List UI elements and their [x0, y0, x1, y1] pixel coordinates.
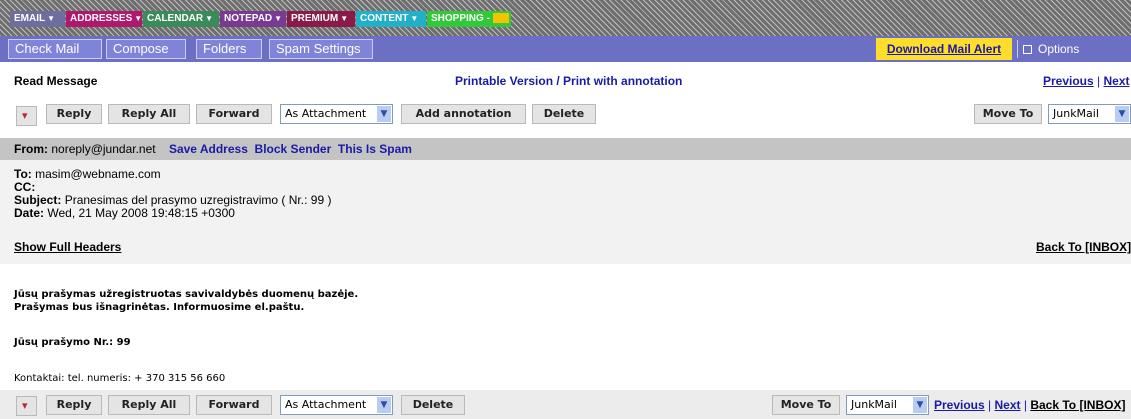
tab-label: SHOPPING -: [431, 13, 490, 24]
tab-email[interactable]: EMAIL ▼: [10, 11, 65, 27]
previous-link[interactable]: Previous: [1043, 74, 1094, 88]
check-mail-button[interactable]: Check Mail: [8, 39, 102, 59]
block-sender-link[interactable]: Block Sender: [255, 142, 332, 156]
message-body: Jūsų prašymas užregistruotas savivaldybė…: [0, 264, 1131, 388]
caret-down-icon: ▼: [134, 14, 143, 23]
tab-label: EMAIL: [14, 13, 46, 24]
from-row: From: noreply@jundar.net Save Address Bl…: [0, 138, 1131, 160]
forward-mode-value: As Attachment: [285, 398, 367, 411]
forward-mode-select[interactable]: As Attachment ▼: [280, 395, 393, 415]
chevron-down-icon: ▼: [377, 397, 391, 413]
chevron-down-icon: ▼: [913, 397, 927, 413]
top-toolbar: ▾ Reply Reply All Forward As Attachment ▼…: [0, 104, 1131, 130]
forward-mode-select[interactable]: As Attachment ▼: [280, 104, 393, 124]
options-label: Options: [1038, 42, 1080, 56]
add-annotation-button[interactable]: Add annotation: [401, 104, 526, 124]
download-mail-alert-link[interactable]: Download Mail Alert: [876, 38, 1012, 60]
compose-button[interactable]: Compose: [106, 39, 186, 59]
checkbox-icon: [1023, 45, 1032, 55]
next-link[interactable]: Next: [1104, 74, 1130, 88]
reply-button[interactable]: Reply: [46, 395, 102, 415]
save-address-link[interactable]: Save Address: [169, 142, 248, 156]
caret-down-icon: ▼: [205, 14, 214, 23]
to-value: masim@webname.com: [35, 167, 161, 181]
top-tab-strip: EMAIL ▼ ADDRESSES ▼ CALENDAR ▼ NOTEPAD ▼ PRE…: [0, 0, 1131, 36]
tab-addresses[interactable]: ADDRESSES ▼: [66, 11, 142, 27]
back-to-inbox-link[interactable]: Back To [INBOX]: [1036, 240, 1131, 254]
move-to-button[interactable]: Move To: [772, 395, 840, 415]
move-to-folder-value: JunkMail: [851, 398, 897, 411]
move-to-folder-select[interactable]: JunkMail ▼: [1048, 104, 1131, 124]
subject-label: Subject:: [14, 193, 62, 207]
caret-down-icon: ▼: [47, 14, 56, 23]
printable-version-link[interactable]: Printable Version / Print with annotatio…: [455, 74, 682, 88]
delete-button[interactable]: Delete: [401, 395, 465, 415]
reply-all-button[interactable]: Reply All: [108, 395, 190, 415]
flag-button[interactable]: ▾: [16, 396, 37, 416]
delete-button[interactable]: Delete: [532, 104, 596, 124]
chevron-down-icon: ▼: [1115, 106, 1129, 122]
sender-address: noreply@jundar.net: [51, 142, 156, 156]
tab-label: NOTEPAD: [224, 13, 273, 24]
tab-shopping[interactable]: SHOPPING -: [427, 11, 511, 27]
cc-label: CC:: [14, 180, 36, 194]
this-is-spam-link[interactable]: This Is Spam: [338, 142, 412, 156]
next-link[interactable]: Next: [995, 398, 1021, 412]
subject-value: Pranesimas del prasymo uzregistravimo ( …: [64, 193, 332, 207]
cc-line: CC:: [14, 180, 35, 194]
caret-down-icon: ▼: [340, 14, 349, 23]
reply-all-button[interactable]: Reply All: [108, 104, 190, 124]
tab-label: ADDRESSES: [70, 13, 133, 24]
from-label: From:: [14, 142, 48, 156]
nav-divider: [1017, 40, 1018, 58]
body-line-2: Prašymas bus išnagrinėtas. Informuosime …: [14, 302, 305, 313]
main-nav-bar: Check Mail Compose Folders Spam Settings…: [0, 36, 1131, 62]
bottom-toolbar: ▾ Reply Reply All Forward As Attachment ▼…: [0, 390, 1131, 419]
spam-settings-button[interactable]: Spam Settings: [269, 39, 373, 59]
tab-label: CONTENT: [360, 13, 409, 24]
to-label: To:: [14, 167, 32, 181]
bottom-pager: Previous | Next | Back To [INBOX]: [934, 398, 1125, 412]
tab-label: CALENDAR: [147, 13, 204, 24]
contacts-line: Kontaktai: tel. numeris: + 370 315 56 66…: [14, 373, 226, 384]
tab-premium[interactable]: PREMIUM ▼: [287, 11, 355, 27]
to-line: To: masim@webname.com: [14, 167, 161, 181]
move-to-folder-select[interactable]: JunkMail ▼: [846, 395, 929, 415]
chevron-down-icon: ▼: [377, 106, 391, 122]
date-label: Date:: [14, 206, 45, 220]
request-number: Jūsų prašymo Nr.: 99: [14, 337, 131, 348]
message-headers: To: masim@webname.com CC: Subject: Prane…: [0, 160, 1131, 264]
caret-down-icon: ▼: [410, 14, 419, 23]
flag-icon: ▾: [22, 400, 28, 412]
tab-notepad[interactable]: NOTEPAD ▼: [220, 11, 286, 27]
date-value: Wed, 21 May 2008 19:48:15 +0300: [47, 206, 235, 220]
pager-separator: |: [1097, 74, 1101, 88]
forward-button[interactable]: Forward: [196, 104, 272, 124]
pager: Previous | Next: [1043, 74, 1130, 88]
read-message-title-row: Read Message Printable Version / Print w…: [0, 74, 1131, 92]
tab-content[interactable]: CONTENT ▼: [356, 11, 426, 27]
subject-line: Subject: Pranesimas del prasymo uzregist…: [14, 193, 331, 207]
body-line-1: Jūsų prašymas užregistruotas savivaldybė…: [14, 289, 359, 300]
back-to-inbox-link[interactable]: Back To [INBOX]: [1030, 398, 1125, 412]
move-to-folder-value: JunkMail: [1053, 107, 1099, 120]
options-button[interactable]: Options: [1020, 40, 1079, 58]
tab-label: PREMIUM: [291, 13, 339, 24]
flag-button[interactable]: ▾: [16, 106, 37, 126]
show-full-headers-link[interactable]: Show Full Headers: [14, 240, 121, 254]
flag-icon: ▾: [22, 110, 28, 122]
reply-button[interactable]: Reply: [46, 104, 102, 124]
date-line: Date: Wed, 21 May 2008 19:48:15 +0300: [14, 206, 235, 220]
page-title: Read Message: [14, 74, 98, 88]
folders-button[interactable]: Folders: [196, 39, 262, 59]
move-to-button[interactable]: Move To: [974, 104, 1042, 124]
forward-mode-value: As Attachment: [285, 107, 367, 120]
tab-calendar[interactable]: CALENDAR ▼: [143, 11, 219, 27]
caret-down-icon: ▼: [274, 14, 283, 23]
pager-separator: |: [1023, 398, 1027, 412]
new-badge: [492, 13, 509, 24]
forward-button[interactable]: Forward: [196, 395, 272, 415]
pager-separator: |: [988, 398, 992, 412]
previous-link[interactable]: Previous: [934, 398, 985, 412]
